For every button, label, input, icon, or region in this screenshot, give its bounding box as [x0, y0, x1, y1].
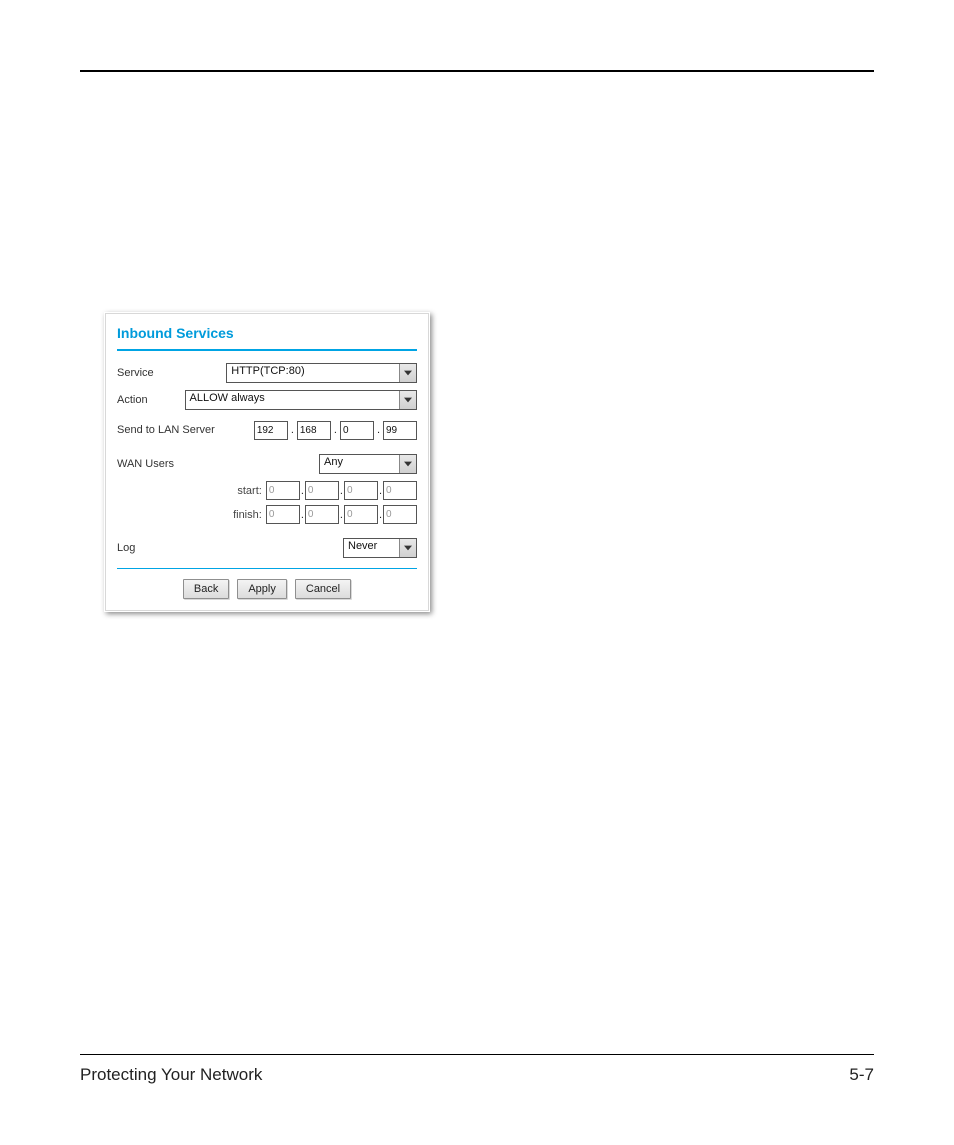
chevron-down-icon	[399, 455, 416, 473]
action-select[interactable]: ALLOW always	[185, 390, 417, 410]
lan-ip-b[interactable]	[297, 421, 331, 440]
wan-start-label: start:	[237, 485, 261, 497]
chevron-down-icon	[399, 539, 416, 557]
apply-button[interactable]: Apply	[237, 579, 287, 599]
wan-finish-label: finish:	[233, 509, 262, 521]
lan-ip-a[interactable]	[254, 421, 288, 440]
bottom-divider	[117, 568, 417, 569]
back-button[interactable]: Back	[183, 579, 229, 599]
wan-start-b[interactable]	[305, 481, 339, 500]
send-lan-label: Send to LAN Server	[117, 424, 237, 436]
chevron-down-icon	[399, 364, 416, 382]
log-select[interactable]: Never	[343, 538, 417, 558]
panel-title: Inbound Services	[117, 325, 417, 341]
chevron-down-icon	[399, 391, 416, 409]
wan-start-c[interactable]	[344, 481, 378, 500]
service-select[interactable]: HTTP(TCP:80)	[226, 363, 417, 383]
wan-users-select[interactable]: Any	[319, 454, 417, 474]
wan-users-label: WAN Users	[117, 458, 227, 470]
top-rule	[80, 70, 874, 72]
log-select-value: Never	[344, 539, 399, 557]
dot: .	[290, 424, 295, 436]
cancel-button[interactable]: Cancel	[295, 579, 351, 599]
inbound-services-panel: Inbound Services Service HTTP(TCP:80) Ac…	[104, 312, 430, 612]
wan-finish-d[interactable]	[383, 505, 417, 524]
wan-finish-b[interactable]	[305, 505, 339, 524]
footer-left: Protecting Your Network	[80, 1065, 262, 1085]
wan-finish-c[interactable]	[344, 505, 378, 524]
service-label: Service	[117, 367, 226, 379]
wan-finish-a[interactable]	[266, 505, 300, 524]
service-select-value: HTTP(TCP:80)	[227, 364, 399, 382]
action-label: Action	[117, 394, 185, 406]
wan-users-select-value: Any	[320, 455, 399, 473]
title-divider	[117, 349, 417, 351]
log-label: Log	[117, 542, 227, 554]
action-select-value: ALLOW always	[186, 391, 399, 409]
wan-start-d[interactable]	[383, 481, 417, 500]
footer-right: 5-7	[849, 1065, 874, 1085]
lan-ip-c[interactable]	[340, 421, 374, 440]
dot: .	[376, 424, 381, 436]
lan-ip-d[interactable]	[383, 421, 417, 440]
wan-start-a[interactable]	[266, 481, 300, 500]
bottom-rule	[80, 1054, 874, 1055]
dot: .	[333, 424, 338, 436]
